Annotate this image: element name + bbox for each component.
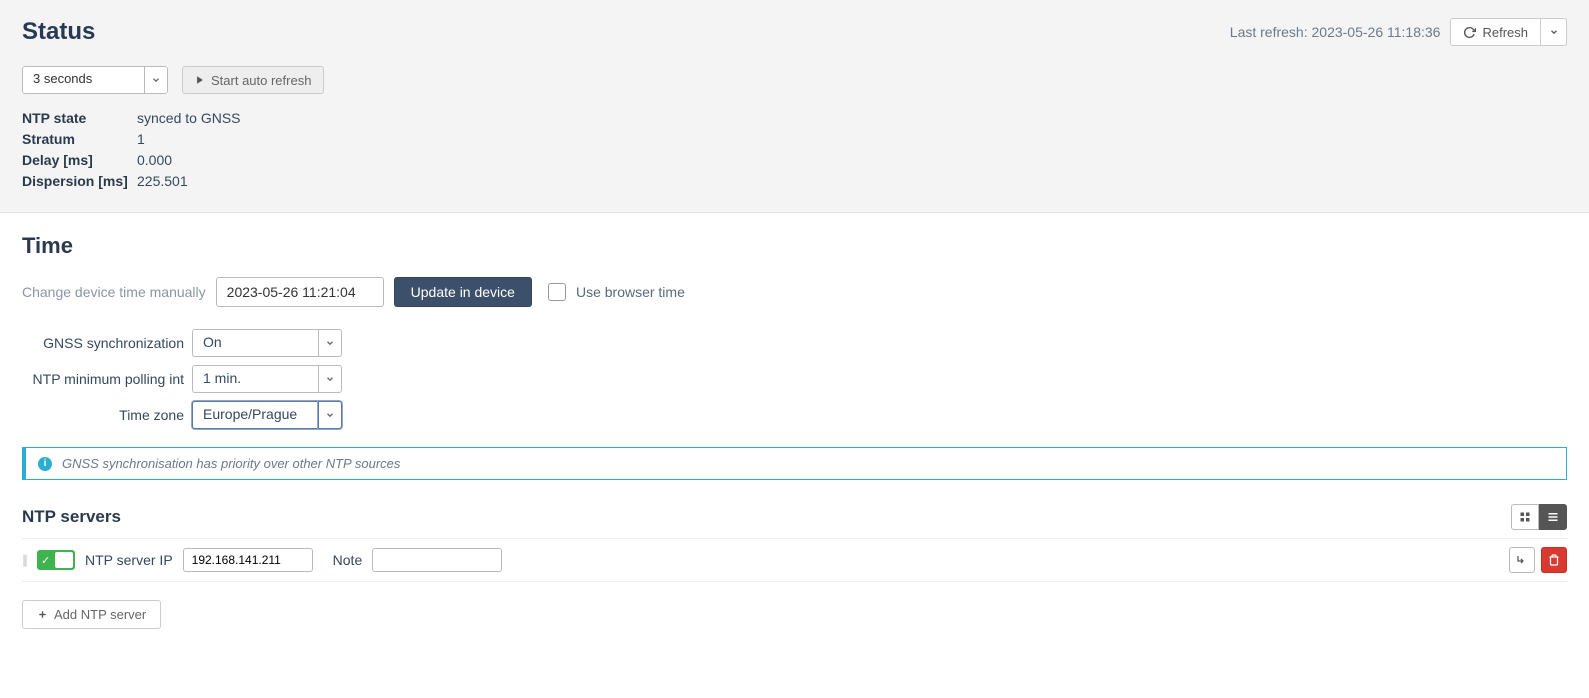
gnss-sync-label: GNSS synchronization — [22, 335, 192, 351]
refresh-interval-caret[interactable] — [144, 66, 168, 94]
refresh-icon — [1463, 26, 1476, 39]
kv-key-stratum: Stratum — [22, 129, 137, 150]
timezone-caret[interactable] — [318, 401, 342, 429]
start-auto-refresh-label: Start auto refresh — [211, 73, 311, 88]
min-poll-caret[interactable] — [318, 365, 342, 393]
chevron-down-icon — [151, 75, 161, 85]
status-title: Status — [22, 18, 95, 46]
gnss-sync-value: On — [192, 329, 318, 357]
gnss-sync-select[interactable]: On — [192, 329, 342, 357]
status-panel: Status Last refresh: 2023-05-26 11:18:36… — [0, 0, 1589, 213]
kv-key-dispersion: Dispersion [ms] — [22, 171, 137, 192]
play-icon — [195, 75, 205, 85]
chevron-down-icon — [325, 374, 335, 384]
chevron-down-icon — [325, 410, 335, 420]
chevron-down-icon — [1549, 27, 1559, 37]
refresh-button-group: Refresh — [1450, 18, 1567, 46]
kv-val-stratum: 1 — [137, 129, 145, 150]
arrow-icon — [1516, 554, 1528, 566]
ntp-servers-title: NTP servers — [22, 507, 121, 527]
info-text: GNSS synchronisation has priority over o… — [62, 456, 400, 471]
use-browser-time-label: Use browser time — [576, 284, 685, 300]
ntp-server-row: ∥ ✓ NTP server IP Note — [22, 538, 1567, 582]
info-icon: i — [38, 457, 52, 471]
time-title: Time — [22, 233, 1567, 259]
kv-key-ntp-state: NTP state — [22, 108, 137, 129]
kv-val-ntp-state: synced to GNSS — [137, 108, 241, 129]
gnss-sync-caret[interactable] — [318, 329, 342, 357]
plus-icon — [37, 609, 48, 620]
grid-icon — [1519, 511, 1531, 523]
trash-icon — [1548, 554, 1560, 566]
refresh-interval-value: 3 seconds — [22, 66, 144, 94]
view-grid-button[interactable] — [1511, 504, 1539, 530]
manual-time-input[interactable] — [216, 277, 384, 307]
kv-val-delay: 0.000 — [137, 150, 172, 171]
ntp-ip-input[interactable] — [183, 548, 313, 572]
view-toggle — [1511, 504, 1567, 530]
drag-handle-icon[interactable]: ∥ — [22, 553, 27, 567]
manual-time-label: Change device time manually — [22, 284, 206, 300]
ntp-ip-label: NTP server IP — [85, 552, 173, 568]
info-banner: i GNSS synchronisation has priority over… — [22, 447, 1567, 480]
time-panel: Time Change device time manually Update … — [0, 213, 1589, 649]
ntp-note-label: Note — [333, 552, 363, 568]
kv-val-dispersion: 225.501 — [137, 171, 188, 192]
ntp-delete-button[interactable] — [1541, 547, 1567, 573]
min-poll-value: 1 min. — [192, 365, 318, 393]
ntp-note-input[interactable] — [372, 548, 502, 572]
toggle-knob — [55, 552, 73, 568]
timezone-label: Time zone — [22, 407, 192, 423]
ntp-config-button[interactable] — [1509, 547, 1535, 573]
view-list-button[interactable] — [1539, 504, 1567, 530]
status-kv-table: NTP state synced to GNSS Stratum 1 Delay… — [22, 108, 1567, 192]
refresh-dropdown-caret[interactable] — [1541, 18, 1567, 46]
refresh-interval-select[interactable]: 3 seconds — [22, 66, 168, 94]
refresh-button[interactable]: Refresh — [1450, 18, 1541, 46]
add-ntp-label: Add NTP server — [54, 607, 146, 622]
ntp-enable-toggle[interactable]: ✓ — [37, 550, 75, 570]
start-auto-refresh-button[interactable]: Start auto refresh — [182, 66, 324, 94]
add-ntp-server-button[interactable]: Add NTP server — [22, 600, 161, 629]
chevron-down-icon — [325, 338, 335, 348]
use-browser-time-checkbox[interactable] — [548, 283, 566, 301]
list-icon — [1547, 511, 1559, 523]
min-poll-select[interactable]: 1 min. — [192, 365, 342, 393]
check-icon: ✓ — [41, 554, 50, 567]
refresh-label: Refresh — [1482, 25, 1528, 40]
kv-key-delay: Delay [ms] — [22, 150, 137, 171]
timezone-select[interactable]: Europe/Prague — [192, 401, 342, 429]
min-poll-label: NTP minimum polling int — [22, 371, 192, 387]
last-refresh-text: Last refresh: 2023-05-26 11:18:36 — [1230, 24, 1441, 40]
timezone-value: Europe/Prague — [192, 401, 318, 429]
update-in-device-button[interactable]: Update in device — [394, 277, 532, 307]
